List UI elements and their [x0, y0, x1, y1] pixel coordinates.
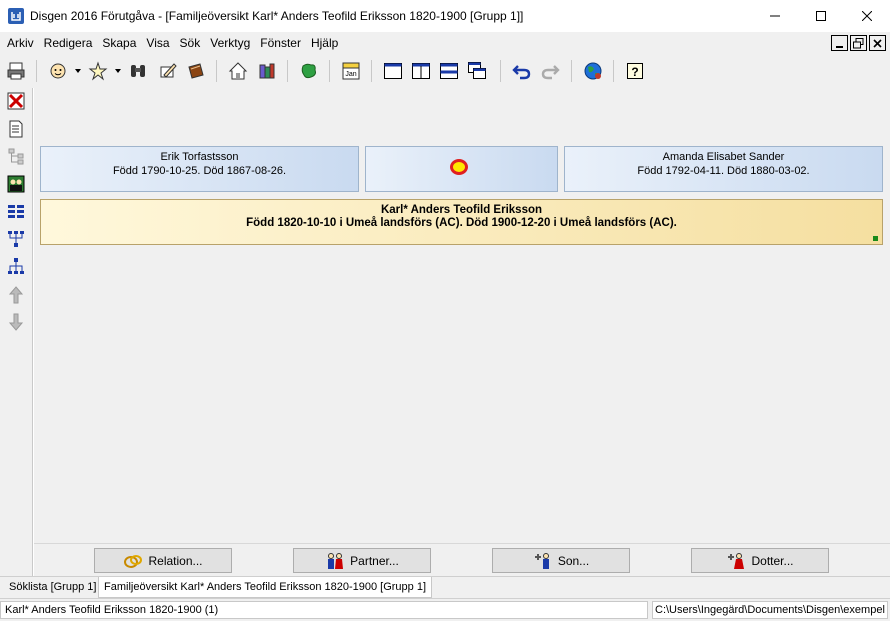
layout-cascade-icon[interactable]: [465, 59, 489, 83]
menu-skapa[interactable]: Skapa: [97, 32, 141, 54]
menu-visa[interactable]: Visa: [141, 32, 174, 54]
son-button[interactable]: Son...: [492, 548, 630, 573]
father-name: Erik Torfastsson: [160, 151, 239, 163]
window-tabs: Söklista [Grupp 1] Familjeöversikt Karl*…: [0, 576, 890, 598]
status-person: Karl* Anders Teofild Eriksson 1820-1900 …: [0, 601, 648, 619]
tab-familjeoversikt[interactable]: Familjeöversikt Karl* Anders Teofild Eri…: [98, 577, 433, 598]
home-icon[interactable]: [226, 59, 250, 83]
svg-text:Jan: Jan: [345, 71, 356, 78]
redo-icon[interactable]: [538, 59, 562, 83]
binoculars-icon[interactable]: [126, 59, 150, 83]
main-person-dates: Född 1820-10-10 i Umeå landsförs (AC). D…: [246, 217, 677, 229]
status-path: C:\Users\Ingegärd\Documents\Disgen\exemp…: [652, 601, 888, 619]
action-button-bar: Relation... Partner... Son... Dotter...: [34, 543, 890, 576]
couple-icon: [328, 552, 344, 569]
svg-text:?: ?: [631, 65, 638, 79]
layout-single-icon[interactable]: [381, 59, 405, 83]
family-overview-panel: Erik Torfastsson Född 1790-10-25. Död 18…: [34, 88, 890, 543]
mother-dates: Född 1792-04-11. Död 1880-03-02.: [637, 165, 810, 177]
mother-name: Amanda Elisabet Sander: [662, 151, 785, 163]
window-title: Disgen 2016 Förutgåva - [Familjeöversikt…: [30, 9, 524, 23]
move-down-disabled-icon: [6, 312, 26, 332]
layout-rows-icon[interactable]: [437, 59, 461, 83]
toolbar: Jan ?: [0, 54, 890, 88]
columns-list-icon[interactable]: [6, 202, 26, 222]
descendants-tree-icon[interactable]: [6, 256, 26, 276]
relation-label: Relation...: [148, 553, 203, 568]
partner-label: Partner...: [350, 553, 399, 568]
child-restore-button[interactable]: [850, 35, 867, 51]
delete-icon[interactable]: [6, 91, 26, 111]
main-person-box[interactable]: Karl* Anders Teofild Eriksson Född 1820-…: [40, 199, 883, 245]
menu-sok[interactable]: Sök: [175, 32, 206, 54]
dotter-label: Dotter...: [751, 553, 794, 568]
star-person-icon[interactable]: [86, 59, 110, 83]
move-up-disabled-icon: [6, 285, 26, 305]
maximize-button[interactable]: [798, 0, 844, 32]
help-icon[interactable]: ?: [623, 59, 647, 83]
main-person-name: Karl* Anders Teofild Eriksson: [380, 204, 543, 216]
star-dropdown-arrow-icon[interactable]: [115, 69, 121, 73]
menu-redigera[interactable]: Redigera: [39, 32, 98, 54]
status-bar: Karl* Anders Teofild Eriksson 1820-1900 …: [0, 598, 890, 621]
menu-hjalp[interactable]: Hjälp: [306, 32, 343, 54]
ancestors-tree-icon[interactable]: [6, 229, 26, 249]
globe-icon[interactable]: [581, 59, 605, 83]
marriage-box[interactable]: [365, 146, 558, 192]
menu-arkiv[interactable]: Arkiv: [0, 32, 39, 54]
layout-columns-icon[interactable]: [409, 59, 433, 83]
status-marker: [873, 236, 878, 241]
book-icon[interactable]: [184, 59, 208, 83]
menu-fonster[interactable]: Fönster: [255, 32, 306, 54]
left-toolbar: [0, 88, 33, 576]
person-face-icon[interactable]: [46, 59, 70, 83]
person-dropdown-arrow-icon[interactable]: [75, 69, 81, 73]
calendar-icon[interactable]: Jan: [339, 59, 363, 83]
partner-button[interactable]: Partner...: [293, 548, 431, 573]
hand-edit-icon[interactable]: [156, 59, 180, 83]
family-group-icon[interactable]: [6, 174, 26, 194]
books-icon[interactable]: [255, 59, 279, 83]
document-edit-icon[interactable]: [6, 119, 26, 139]
close-button[interactable]: [844, 0, 890, 32]
child-minimize-button[interactable]: [831, 35, 848, 51]
marriage-ring-icon: [450, 159, 468, 175]
app-logo-icon: [8, 8, 24, 24]
undo-icon[interactable]: [510, 59, 534, 83]
child-close-button[interactable]: [869, 35, 886, 51]
father-dates: Född 1790-10-25. Död 1867-08-26.: [112, 165, 287, 177]
add-son-icon: [534, 552, 549, 569]
father-box[interactable]: Erik Torfastsson Född 1790-10-25. Död 18…: [40, 146, 359, 192]
tab-soklista[interactable]: Söklista [Grupp 1]: [4, 577, 101, 598]
title-bar: Disgen 2016 Förutgåva - [Familjeöversikt…: [0, 0, 890, 32]
tree-disabled-icon: [6, 146, 26, 166]
rings-icon: [124, 554, 143, 568]
printer-icon[interactable]: [4, 59, 28, 83]
add-daughter-icon: [728, 552, 745, 569]
mother-box[interactable]: Amanda Elisabet Sander Född 1792-04-11. …: [564, 146, 883, 192]
menu-verktyg[interactable]: Verktyg: [205, 32, 255, 54]
minimize-button[interactable]: [752, 0, 798, 32]
relation-button[interactable]: Relation...: [94, 548, 232, 573]
dotter-button[interactable]: Dotter...: [691, 548, 829, 573]
menu-bar: Arkiv Redigera Skapa Visa Sök Verktyg Fö…: [0, 32, 890, 54]
son-label: Son...: [557, 553, 590, 568]
map-icon[interactable]: [297, 59, 321, 83]
